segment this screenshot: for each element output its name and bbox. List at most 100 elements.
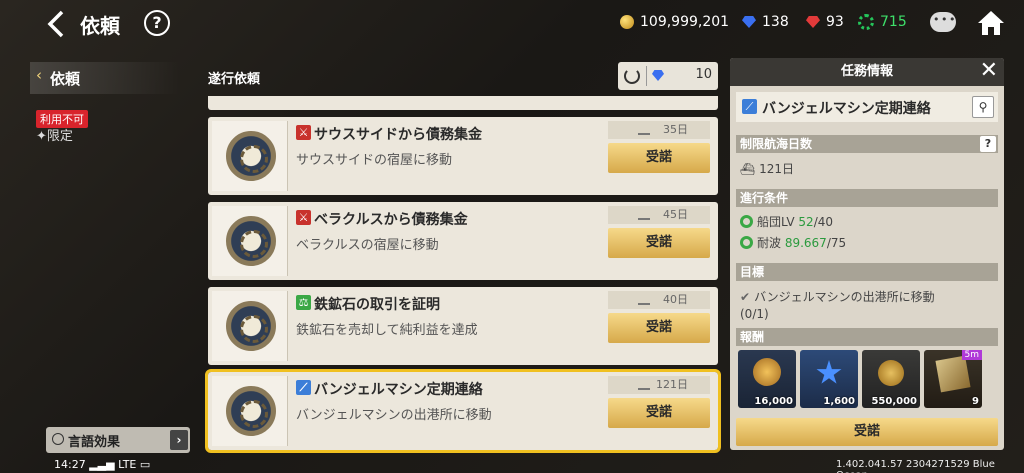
reward-item[interactable]: 1,600 [800,350,858,408]
list-item[interactable]: ⚖ 鉄鉱石の取引を証明 鉄鉱石を売却して純利益を達成 40日 受諾 [208,287,718,365]
quest-days-value: 35日 [663,123,688,136]
section-label: 制限航海日数 [740,137,813,151]
quest-icon-frame [212,206,288,276]
chevron-right-icon: › [170,430,188,450]
page-title: 依頼 [80,14,120,38]
red-gem-icon [806,16,820,28]
accept-mission-button[interactable]: 受諾 [736,418,998,446]
language-effect-button[interactable]: 言語効果 › [46,427,190,453]
quest-days: 35日 [608,121,710,139]
quest-description: ベラクルスの宿屋に移動 [296,238,439,253]
section-voyage-days: 制限航海日数 ? [736,135,998,153]
battery-icon: ▭ [139,458,151,471]
accept-button[interactable]: 受諾 [608,143,710,173]
limited-label[interactable]: ✦限定 [36,125,73,144]
section-reward: 報酬 [736,328,998,346]
quest-icon-frame [212,121,288,191]
divider [646,66,647,86]
reward-amount: 16,000 [754,396,793,407]
version-text: 1.402.041.57 2304271529 Blue Ocean [836,459,995,473]
list-item[interactable]: ⚔ サウスサイドから債務集金 サウスサイドの宿屋に移動 35日 受諾 [208,117,718,195]
list-item-partial[interactable] [208,96,718,110]
quest-title: ベラクルスから債務集金 [314,212,468,228]
quest-description: バンジェルマシンの出港所に移動 [296,408,492,423]
blue-gem-icon [652,70,664,81]
refresh-button[interactable]: 10 [618,62,718,90]
goal-text: バンジェルマシンの出港所に移動 [754,290,935,304]
section-goal: 目標 [736,263,998,281]
quest-icon-frame [212,376,288,446]
close-icon[interactable]: ✕ [980,60,998,82]
scroll-icon [935,355,971,393]
duration-tag: 5m [961,350,982,360]
quest-days: 121日 [608,376,710,394]
blue-gem-amount: 138 [762,14,789,30]
refresh-cost: 10 [695,67,712,82]
condition-row: 船団LV 52/40 [740,213,833,230]
reward-item[interactable]: 16,000 [738,350,796,408]
help-icon[interactable]: ? [980,136,996,152]
quest-days-value: 40日 [663,293,688,306]
star-laurel-icon [816,360,842,384]
ship-icon [638,294,650,305]
help-icon[interactable]: ? [144,10,170,36]
ship-wheel-emblem-icon [226,216,276,266]
ship-icon [638,379,650,390]
voyage-days-row: ⛴ 121日 [740,160,794,177]
quest-title: 鉄鉱石の取引を証明 [314,297,440,313]
accept-button[interactable]: 受諾 [608,313,710,343]
chat-icon[interactable] [930,12,956,32]
blue-gem-icon [742,16,756,28]
quest-type-icon: ⚔ [296,125,311,140]
ship-wheel-emblem-icon [226,301,276,351]
quest-type-icon: ⚖ [296,295,311,310]
quest-type-icon: ⚔ [296,210,311,225]
panel-header: 任務情報 ✕ [730,58,1004,86]
refresh-icon [624,68,640,84]
quest-days-value: 121日 [656,378,688,391]
accept-button[interactable]: 受諾 [608,398,710,428]
list-item[interactable]: ⚔ ベラクルスから債務集金 ベラクルスの宿屋に移動 45日 受諾 [208,202,718,280]
tab-chevron-icon: ‹ [36,66,42,84]
ship-icon [638,124,650,135]
back-arrow-icon[interactable] [44,8,70,40]
green-counter: 715 [858,14,907,30]
reward-item[interactable]: 550,000 [862,350,920,408]
list-header: 遂行依頼 [208,72,261,87]
location-pin-icon[interactable]: ⚲ [972,96,994,118]
gold-amount: 109,999,201 [640,14,730,30]
scale-coin-icon [878,360,904,386]
red-gem-counter: 93 [806,14,844,30]
red-gem-amount: 93 [826,14,844,30]
ship-icon: ⛴ [740,162,756,176]
reward-amount: 1,600 [823,396,855,407]
reward-amount: 9 [972,396,979,407]
top-bar: 依頼 ? 109,999,201 138 93 715 [0,0,1024,48]
condition-label: 船団LV [757,215,799,229]
accept-button[interactable]: 受諾 [608,228,710,258]
ship-wheel-icon [858,14,874,30]
gold-coin-icon [620,15,634,29]
green-amount: 715 [880,14,907,30]
list-item-selected[interactable]: ⟋ バンジェルマシン定期連絡 バンジェルマシンの出港所に移動 121日 受諾 [205,369,721,453]
condition-current: 89.667 [784,236,827,250]
blue-gem-counter: 138 [742,14,789,30]
condition-current: 52 [798,215,814,229]
quest-icon-frame [212,291,288,361]
reward-amount: 550,000 [871,396,917,407]
quest-description: サウスサイドの宿屋に移動 [296,153,453,168]
check-ring-icon [740,236,753,249]
goal-progress: (0/1) [740,307,769,321]
quest-title: バンジェルマシン定期連絡 [314,382,483,398]
mission-title-box: ⟋ バンジェルマシン定期連絡 ⚲ [736,92,998,122]
section-label: 進行条件 [740,191,789,205]
medal-icon [753,358,781,386]
status-time: 14:27 [54,458,86,471]
mission-title: バンジェルマシン定期連絡 [762,101,931,117]
ship-icon [638,209,650,220]
reward-item[interactable]: 5m 9 [924,350,982,408]
condition-target: /75 [826,236,847,250]
quest-type-icon: ⟋ [296,380,311,395]
home-icon[interactable] [976,8,1006,38]
quest-days-value: 45日 [663,208,688,221]
